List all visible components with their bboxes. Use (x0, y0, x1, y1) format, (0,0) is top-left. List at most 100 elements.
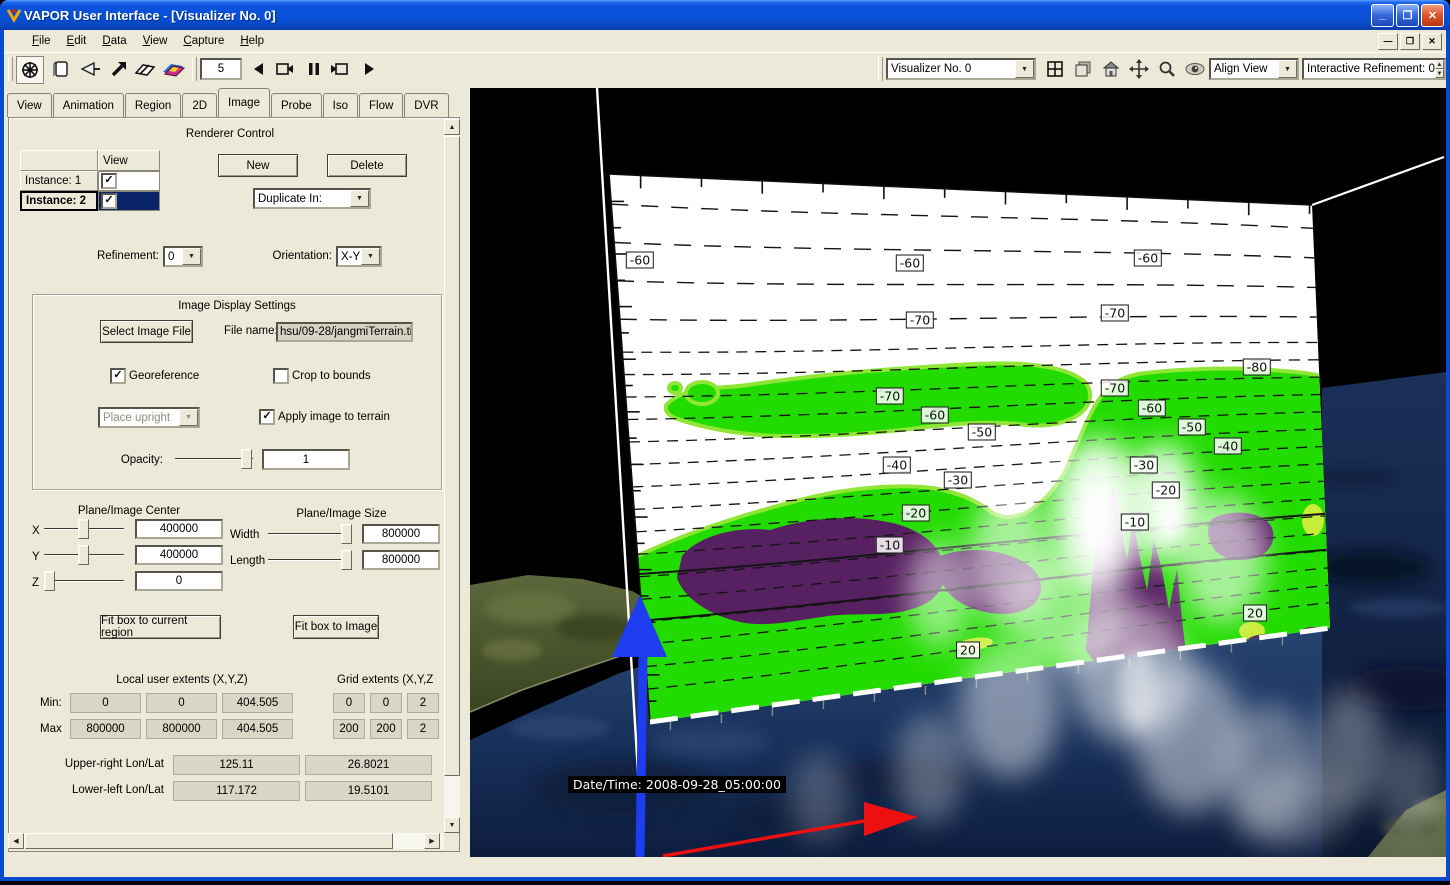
zoom-region-icon[interactable] (1154, 56, 1180, 82)
tab-animation[interactable]: Animation (53, 93, 124, 117)
tab-flow[interactable]: Flow (359, 93, 403, 117)
scroll-down-icon[interactable]: ▼ (444, 817, 460, 833)
pause-icon[interactable] (301, 56, 327, 82)
menu-capture[interactable]: Capture (175, 32, 232, 50)
apply-image-to-terrain-checkbox[interactable]: ✓ (259, 409, 275, 425)
slider-thumb[interactable] (78, 519, 89, 539)
z-slider[interactable] (44, 571, 124, 591)
vertical-scrollbar-thumb[interactable] (444, 136, 460, 776)
instance-1-view-checkbox[interactable]: ✓ (101, 173, 117, 189)
refinement-select[interactable]: 0▼ (163, 246, 203, 267)
x-center-field[interactable]: 400000 (135, 519, 223, 539)
datetime-label: Date/Time: 2008-09-28_05:00:00 (568, 776, 786, 793)
duplicate-in-select[interactable]: Duplicate In:▼ (253, 188, 371, 209)
probe-plane-icon[interactable] (132, 56, 158, 82)
visualizer-select[interactable]: Visualizer No. 0▼ (886, 58, 1036, 80)
width-field[interactable]: 800000 (362, 524, 440, 544)
spin-up-icon[interactable]: ▲ (1435, 60, 1444, 69)
new-visualizer-icon[interactable] (1070, 56, 1096, 82)
scroll-up-icon[interactable]: ▲ (444, 119, 460, 135)
opacity-field[interactable]: 1 (262, 449, 350, 470)
toolbar-grip[interactable] (192, 57, 197, 81)
reverse-play-icon[interactable] (246, 56, 272, 82)
slider-thumb[interactable] (78, 545, 89, 565)
tile-windows-icon[interactable] (1042, 56, 1068, 82)
length-slider[interactable] (268, 550, 352, 570)
opacity-label: Opacity: (108, 454, 163, 466)
spin-down-icon[interactable]: ▼ (1435, 69, 1444, 78)
slider-thumb[interactable] (241, 449, 252, 469)
menu-view[interactable]: View (135, 32, 176, 50)
orientation-label: Orientation: (266, 250, 332, 262)
delete-button[interactable]: Delete (327, 154, 407, 177)
interactive-refinement-spinner[interactable]: Interactive Refinement: 0 ▲▼ (1302, 58, 1446, 80)
frame-back-icon[interactable] (272, 56, 298, 82)
instance-2-view-checkbox[interactable]: ✓ (101, 193, 117, 209)
tab-probe[interactable]: Probe (271, 93, 322, 117)
tab-2d[interactable]: 2D (182, 93, 217, 117)
x-slider[interactable] (44, 519, 124, 539)
scroll-right-icon[interactable]: ▶ (424, 833, 440, 849)
length-field[interactable]: 800000 (362, 550, 440, 570)
tab-dvr[interactable]: DVR (404, 93, 448, 117)
frame-step-input[interactable]: 5 (200, 58, 242, 80)
value-cell: 125.11 (173, 755, 300, 775)
scene-3d (470, 88, 1446, 857)
tab-view[interactable]: View (7, 93, 52, 117)
slider-thumb[interactable] (341, 550, 352, 570)
instance-1-row-header[interactable]: Instance: 1 (20, 171, 98, 191)
toolbar-grip[interactable] (878, 57, 883, 81)
vapor-app-icon (6, 7, 22, 23)
new-button[interactable]: New (218, 154, 298, 177)
align-view-select[interactable]: Align View▼ (1209, 58, 1299, 80)
rake-icon[interactable] (78, 56, 104, 82)
instance-2-row-header[interactable]: Instance: 2 (20, 191, 98, 211)
image-plane-icon[interactable] (160, 56, 186, 82)
play-icon[interactable] (356, 56, 382, 82)
tab-image[interactable]: Image (218, 88, 270, 117)
slider-thumb[interactable] (44, 571, 55, 591)
visualizer-canvas[interactable]: -60-60-60-70-70-80-70-70-60-60-50-50-40-… (470, 88, 1446, 857)
crop-to-bounds-checkbox[interactable] (273, 368, 289, 384)
toolbar-grip[interactable] (8, 57, 13, 81)
georeference-checkbox[interactable]: ✓ (110, 368, 126, 384)
chevron-down-icon: ▼ (350, 190, 369, 207)
fit-box-image-button[interactable]: Fit box to Image (293, 615, 379, 639)
width-slider[interactable] (268, 524, 352, 544)
tab-region[interactable]: Region (125, 93, 181, 117)
region-box-icon[interactable] (48, 56, 74, 82)
frame-forward-icon[interactable] (326, 56, 352, 82)
fit-box-region-button[interactable]: Fit box to current region (100, 615, 221, 639)
select-image-file-button[interactable]: Select Image File (100, 320, 193, 343)
navigation-wheel-icon[interactable] (16, 56, 44, 84)
slider-thumb[interactable] (341, 524, 352, 544)
view-column-header[interactable]: View (98, 150, 160, 171)
minimize-button[interactable]: _ (1371, 4, 1394, 27)
mdi-close-button[interactable]: ✕ (1422, 33, 1442, 50)
value-cell: 0 (333, 693, 365, 713)
mdi-minimize-button[interactable]: — (1378, 33, 1398, 50)
tab-iso[interactable]: Iso (323, 93, 358, 117)
file-name-field[interactable]: hsu/09-28/jangmiTerrain.tiff (276, 322, 413, 342)
set-home-icon[interactable] (1126, 56, 1152, 82)
grid-extents-title: Grid extents (X,Y,Z (337, 674, 458, 686)
scroll-left-icon[interactable]: ◀ (8, 833, 24, 849)
horizontal-scrollbar-thumb[interactable] (25, 833, 393, 849)
y-center-field[interactable]: 400000 (135, 545, 223, 565)
maximize-button[interactable]: ❐ (1396, 4, 1419, 27)
local-max-cells: 800000800000404.505 (70, 719, 298, 739)
orientation-select[interactable]: X-Y▼ (336, 246, 382, 267)
title-bar[interactable]: VAPOR User Interface - [Visualizer No. 0… (0, 0, 1450, 30)
close-button[interactable]: ✕ (1421, 4, 1444, 27)
menu-edit[interactable]: Edit (59, 32, 95, 50)
opacity-slider[interactable] (175, 449, 253, 469)
home-icon[interactable] (1098, 56, 1124, 82)
menu-file[interactable]: File (24, 32, 59, 50)
y-slider[interactable] (44, 545, 124, 565)
z-center-field[interactable]: 0 (135, 571, 223, 591)
translate-arrow-icon[interactable] (106, 56, 132, 82)
menu-data[interactable]: Data (94, 32, 134, 50)
view-all-eye-icon[interactable] (1182, 56, 1208, 82)
menu-help[interactable]: Help (232, 32, 272, 50)
mdi-restore-button[interactable]: ❐ (1400, 33, 1420, 50)
